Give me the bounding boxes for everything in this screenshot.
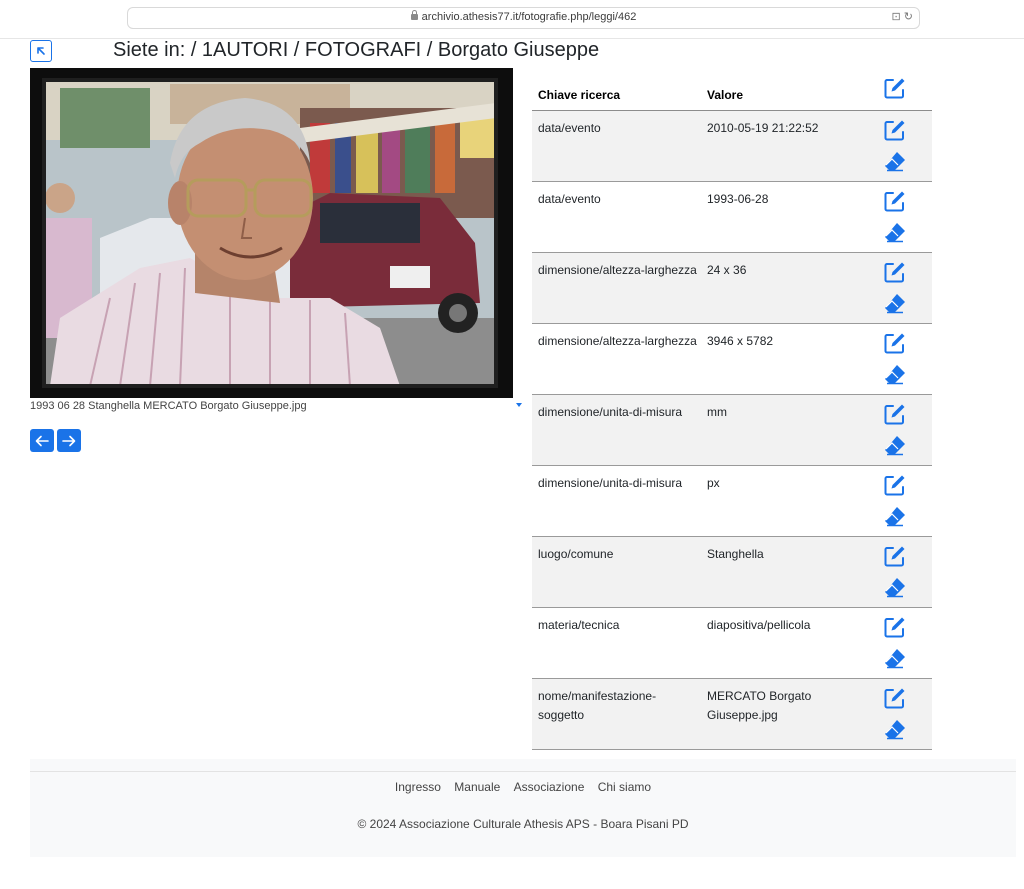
arrow-up-left-icon bbox=[37, 47, 45, 55]
table-row: dimensione/unita-di-misura px bbox=[532, 466, 932, 537]
metadata-table: Chiave ricerca Valore data/evento 2010-05… bbox=[532, 70, 932, 750]
eraser-icon bbox=[885, 436, 905, 456]
delete-row-button[interactable] bbox=[882, 290, 908, 316]
photo-image[interactable] bbox=[30, 68, 513, 398]
add-entry-button[interactable] bbox=[882, 75, 908, 101]
edit-row-button[interactable] bbox=[882, 117, 908, 143]
copyright-text: © 2024 Associazione Culturale Athesis AP… bbox=[357, 817, 689, 831]
edit-icon bbox=[884, 262, 905, 283]
table-row: data/evento 2010-05-19 21:22:52 bbox=[532, 111, 932, 182]
table-row: dimensione/altezza-larghezza 3946 x 5782 bbox=[532, 324, 932, 395]
footer-link-associazione[interactable]: Associazione bbox=[514, 780, 585, 794]
url-text: archivio.athesis77.it/fotografie.php/leg… bbox=[421, 11, 637, 23]
eraser-icon bbox=[885, 365, 905, 385]
delete-row-button[interactable] bbox=[882, 645, 908, 671]
edit-icon bbox=[884, 475, 905, 496]
table-body: data/evento 2010-05-19 21:22:52 data/event… bbox=[532, 111, 932, 750]
address-bar[interactable]: archivio.athesis77.it/fotografie.php/leg… bbox=[127, 7, 920, 29]
row-key: dimensione/altezza-larghezza bbox=[538, 334, 697, 348]
delete-row-button[interactable] bbox=[882, 219, 908, 245]
delete-row-button[interactable] bbox=[882, 574, 908, 600]
next-photo-button[interactable] bbox=[57, 429, 81, 452]
page-title: Siete in: / 1AUTORI / FOTOGRAFI / Borgat… bbox=[113, 39, 600, 61]
eraser-icon bbox=[885, 507, 905, 527]
edit-row-button[interactable] bbox=[882, 330, 908, 356]
edit-row-button[interactable] bbox=[882, 685, 908, 711]
arrow-left-icon bbox=[35, 435, 49, 446]
lock-icon bbox=[410, 10, 418, 20]
row-key: dimensione/unita-di-misura bbox=[538, 405, 683, 419]
edit-row-button[interactable] bbox=[882, 188, 908, 214]
eraser-icon bbox=[885, 223, 905, 243]
edit-icon bbox=[884, 404, 905, 425]
row-key: nome/manifestazione-soggetto bbox=[538, 689, 657, 722]
table-row: dimensione/altezza-larghezza 24 x 36 bbox=[532, 253, 932, 324]
edit-icon bbox=[884, 688, 905, 709]
delete-row-button[interactable] bbox=[882, 432, 908, 458]
edit-icon bbox=[884, 333, 905, 354]
row-key: materia/tecnica bbox=[538, 618, 620, 632]
row-value: 1993-06-28 bbox=[707, 192, 769, 206]
table-header: Chiave ricerca Valore bbox=[532, 70, 932, 111]
row-value: Stanghella bbox=[707, 547, 764, 561]
table-row: dimensione/unita-di-misura mm bbox=[532, 395, 932, 466]
edit-icon bbox=[884, 120, 905, 141]
photo-caption: 1993 06 28 Stanghella MERCATO Borgato Gi… bbox=[30, 400, 307, 412]
row-value: 2010-05-19 21:22:52 bbox=[707, 121, 819, 135]
row-key: dimensione/unita-di-misura bbox=[538, 476, 683, 490]
edit-icon bbox=[884, 191, 905, 212]
edit-row-button[interactable] bbox=[882, 614, 908, 640]
eraser-icon bbox=[885, 720, 905, 740]
table-row: data/evento 1993-06-28 bbox=[532, 182, 932, 253]
row-key: luogo/comune bbox=[538, 547, 614, 561]
table-row: nome/manifestazione-soggetto MERCATO Borg… bbox=[532, 679, 932, 750]
eraser-icon bbox=[885, 578, 905, 598]
table-row: materia/tecnica diapositiva/pellicola bbox=[532, 608, 932, 679]
edit-row-button[interactable] bbox=[882, 401, 908, 427]
delete-row-button[interactable] bbox=[882, 716, 908, 742]
footer-divider bbox=[30, 771, 1016, 772]
edit-icon bbox=[884, 617, 905, 638]
footer-link-manuale[interactable]: Manuale bbox=[454, 780, 500, 794]
eraser-icon bbox=[885, 649, 905, 669]
edit-row-button[interactable] bbox=[882, 259, 908, 285]
edit-icon bbox=[884, 78, 905, 99]
delete-row-button[interactable] bbox=[882, 503, 908, 529]
arrow-right-icon bbox=[62, 435, 76, 446]
row-key: dimensione/altezza-larghezza bbox=[538, 263, 697, 277]
row-key: data/evento bbox=[538, 121, 601, 135]
row-value: mm bbox=[707, 405, 727, 419]
url-display: archivio.athesis77.it/fotografie.php/leg… bbox=[128, 10, 919, 23]
edit-row-button[interactable] bbox=[882, 543, 908, 569]
column-header-key: Chiave ricerca bbox=[538, 88, 621, 102]
footer: Ingresso Manuale Associazione Chi siamo … bbox=[30, 759, 1016, 857]
column-header-value: Valore bbox=[707, 88, 744, 102]
footer-link-ingresso[interactable]: Ingresso bbox=[395, 780, 441, 794]
previous-photo-button[interactable] bbox=[30, 429, 54, 452]
back-up-button[interactable] bbox=[30, 40, 52, 62]
footer-link-chi-siamo[interactable]: Chi siamo bbox=[598, 780, 651, 794]
translate-reload-icons[interactable]: ⊡ ↻ bbox=[892, 10, 914, 23]
table-row: luogo/comune Stanghella bbox=[532, 537, 932, 608]
row-value: 24 x 36 bbox=[707, 263, 747, 277]
eraser-icon bbox=[885, 152, 905, 172]
caret-down-icon[interactable] bbox=[516, 403, 522, 407]
edit-row-button[interactable] bbox=[882, 472, 908, 498]
browser-toolbar: archivio.athesis77.it/fotografie.php/leg… bbox=[0, 0, 1024, 39]
eraser-icon bbox=[885, 294, 905, 314]
row-value: px bbox=[707, 476, 720, 490]
footer-nav: Ingresso Manuale Associazione Chi siamo bbox=[30, 780, 1016, 794]
row-value: MERCATO Borgato Giuseppe.jpg bbox=[707, 689, 812, 722]
delete-row-button[interactable] bbox=[882, 361, 908, 387]
row-key: data/evento bbox=[538, 192, 601, 206]
delete-row-button[interactable] bbox=[882, 148, 908, 174]
row-value: 3946 x 5782 bbox=[707, 334, 774, 348]
edit-icon bbox=[884, 546, 905, 567]
row-value: diapositiva/pellicola bbox=[707, 618, 811, 632]
